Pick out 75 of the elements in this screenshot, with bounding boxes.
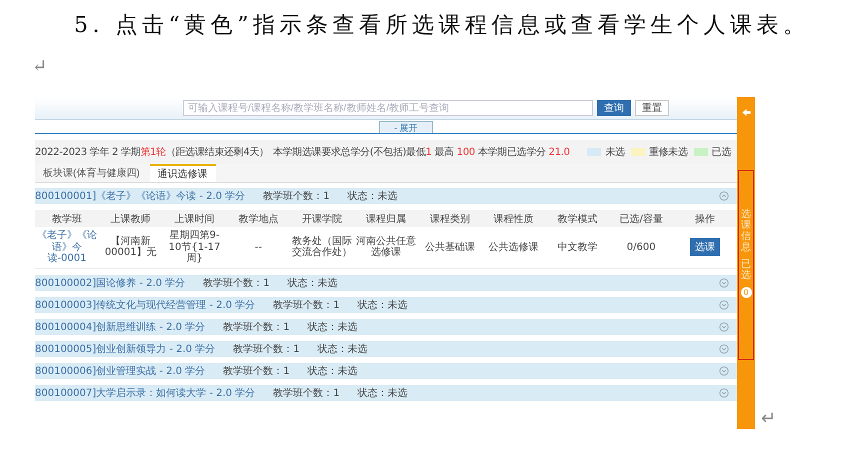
column-header: 操作: [673, 210, 737, 227]
course-status: 状态：未选: [358, 386, 408, 400]
count-badge: 0: [740, 287, 752, 298]
table-cell: 中文教学: [546, 227, 610, 268]
course-title: 800100006]创业管理实战 - 2.0 学分: [35, 364, 206, 378]
table-cell: 星期四第9-10节{1-17周}: [162, 227, 226, 268]
course-tab[interactable]: 板块课(体育与健康四): [35, 164, 148, 182]
course-header[interactable]: 800100006]创业管理实战 - 2.0 学分 教学班个数：1 状态：未选: [35, 362, 737, 378]
class-count: 教学班个数：1: [273, 298, 340, 312]
column-header: 课程归属: [354, 210, 418, 227]
legend-label: 未选: [605, 146, 625, 159]
table-cell: 【河南新00001】无: [98, 227, 163, 268]
expand-icon[interactable]: [719, 278, 729, 288]
search-field[interactable]: 可输入课程号/课程名称/教学班名称/教师姓名/教师工号查询: [183, 100, 593, 116]
expand-icon[interactable]: [719, 344, 729, 354]
course-header[interactable]: 800100005]创业创新领导力 - 2.0 学分 教学班个数：1 状态：未选: [35, 340, 737, 356]
credit-requirement: 本学期选课要求总学分(不包括)最低1 最高 100 本学期已选学分 21.0: [272, 146, 570, 159]
class-count: 教学班个数：1: [203, 276, 270, 290]
course-title: 800100004]创新思维训练 - 2.0 学分: [35, 320, 206, 334]
paragraph-text: 5. 点击“黄色”指示条查看所选课程信息或查看学生个人课表。 ↵: [31, 12, 810, 79]
course-title: 800100002]国论修养 - 2.0 学分: [35, 276, 186, 290]
course-title: 800100001]《老子》《论语》今读 - 2.0 学分: [35, 190, 246, 203]
class-count: 教学班个数：1: [223, 320, 290, 334]
course-header[interactable]: 800100004]创新思维训练 - 2.0 学分 教学班个数：1 状态：未选: [35, 318, 737, 334]
class-count: 教学班个数：1: [233, 342, 300, 356]
course-title: 800100003]传统文化与现代经营管理 - 2.0 学分: [35, 298, 256, 312]
search-button[interactable]: 重置: [635, 100, 669, 116]
course-status: 状态：未选: [318, 342, 368, 356]
column-header: 开课学院: [290, 210, 354, 227]
collapse-icon[interactable]: [719, 191, 729, 201]
column-header: 课程类别: [418, 210, 482, 227]
paragraph-mark: ↵: [761, 408, 776, 429]
selected-label: 已选: [741, 259, 751, 281]
table-cell: --: [226, 227, 290, 268]
course-tab[interactable]: 通识选修课: [150, 164, 216, 182]
term-label: 2022-2023 学年 2 学期第1轮（距选课结束还剩4天）: [35, 146, 269, 159]
column-header: 上课时间: [162, 210, 226, 227]
column-header: 已选/容量: [609, 210, 674, 227]
column-header: 教学模式: [546, 210, 610, 227]
class-count: 教学班个数：1: [273, 386, 340, 400]
column-header: 上课教师: [98, 210, 163, 227]
column-header: 教学地点: [226, 210, 290, 227]
course-status: 状态：未选: [308, 320, 358, 334]
paragraph-mark: ↵: [32, 56, 52, 77]
legend-label: 重修未选: [648, 146, 688, 159]
class-count: 教学班个数：1: [223, 364, 290, 378]
course-header[interactable]: 800100001]《老子》《论语》今读 - 2.0 学分 教学班个数：1 状态：未选: [35, 188, 737, 204]
expand-icon[interactable]: [719, 388, 729, 398]
sidebar-label: 选课信息: [741, 209, 751, 253]
course-header[interactable]: 800100002]国论修养 - 2.0 学分 教学班个数：1 状态：未选: [35, 274, 737, 290]
table-cell: 公共选修课: [482, 227, 546, 268]
class-link[interactable]: 《老子》《论语》今读-0001: [35, 227, 99, 268]
column-header: 教学班: [35, 210, 99, 227]
course-status: 状态：未选: [308, 364, 358, 378]
table-cell: 0/600: [609, 227, 674, 268]
search-button[interactable]: 查询: [597, 100, 631, 116]
course-header[interactable]: 800100003]传统文化与现代经营管理 - 2.0 学分 教学班个数：1 状态：未选: [35, 296, 737, 312]
legend-label: 已选: [712, 146, 731, 159]
course-status: 状态：未选: [348, 190, 398, 203]
expand-icon[interactable]: [719, 300, 729, 310]
table-cell: 教务处（国际交流合作处）: [290, 227, 354, 268]
collapse-tab[interactable]: - 展开: [379, 121, 433, 133]
course-status: 状态：未选: [288, 276, 338, 290]
course-header[interactable]: 800100007]大学启示录：如何读大学 - 2.0 学分 教学班个数：1 状态：未选: [35, 384, 737, 400]
select-course-button[interactable]: 选课: [690, 238, 720, 256]
class-count: 教学班个数：1: [263, 190, 330, 203]
back-arrow-icon[interactable]: [740, 107, 752, 118]
course-status: 状态：未选: [358, 298, 408, 312]
expand-icon[interactable]: [719, 322, 729, 332]
expand-icon[interactable]: [719, 366, 729, 376]
course-title: 800100005]创业创新领导力 - 2.0 学分: [35, 342, 216, 356]
column-header: 课程性质: [482, 210, 546, 227]
table-cell: 河南公共任意选修课: [354, 227, 418, 268]
course-title: 800100007]大学启示录：如何读大学 - 2.0 学分: [35, 386, 256, 400]
table-cell: 公共基础课: [418, 227, 482, 268]
